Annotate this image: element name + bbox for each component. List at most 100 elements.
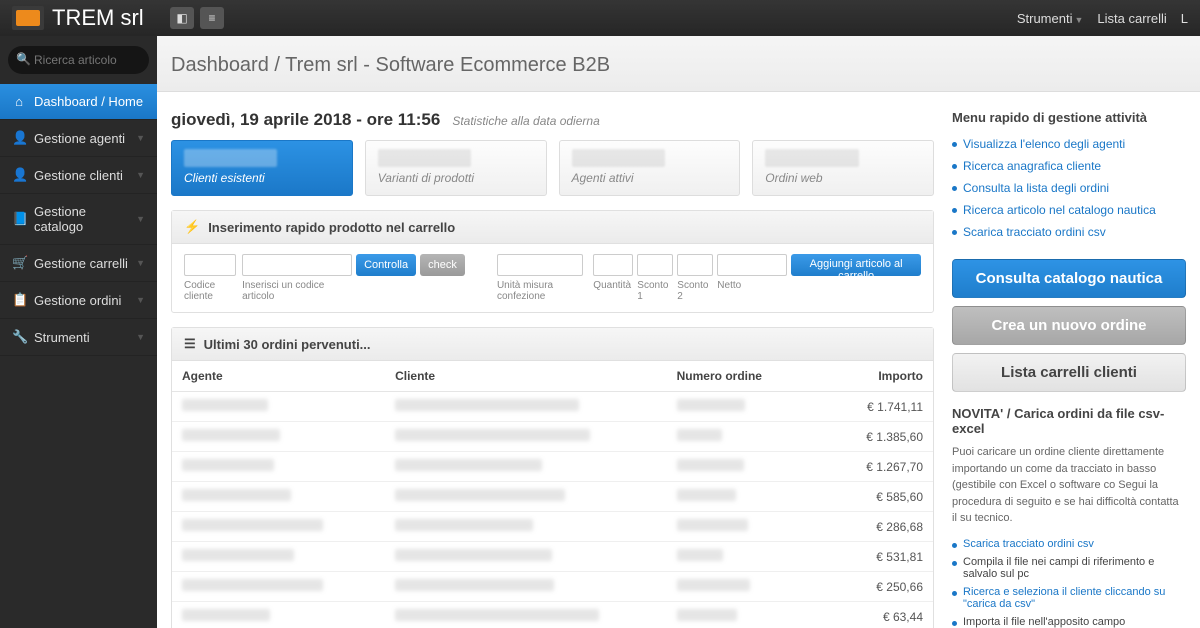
quantita-input[interactable]: [593, 254, 633, 276]
table-row[interactable]: € 1.741,11: [172, 392, 933, 422]
stat-value: [572, 149, 665, 167]
quick-link-4[interactable]: Scarica tracciato ordini csv: [963, 225, 1106, 239]
col-cliente: Cliente: [385, 361, 667, 392]
nav-icon: 👤: [12, 130, 26, 146]
topbar-l[interactable]: L: [1181, 11, 1188, 26]
stat-value: [765, 149, 858, 167]
nav-item-4[interactable]: 🛒Gestione carrelli▼: [0, 245, 157, 282]
controlla-button[interactable]: Controlla: [356, 254, 416, 276]
nav-icon: 📘: [12, 211, 26, 227]
quick-link-0[interactable]: Visualizza l'elenco degli agenti: [963, 137, 1125, 151]
unita-input[interactable]: [497, 254, 583, 276]
chevron-down-icon: ▼: [136, 170, 145, 180]
nav-label: Gestione agenti: [34, 131, 125, 146]
stat-label: Varianti di prodotti: [378, 171, 534, 185]
consulta-catalogo-button[interactable]: Consulta catalogo nautica: [952, 259, 1186, 298]
bullet-icon: [952, 621, 957, 626]
order-amount: € 1.385,60: [834, 422, 933, 452]
bullet-icon: [952, 164, 957, 169]
quick-link-3[interactable]: Ricerca articolo nel catalogo nautica: [963, 203, 1156, 217]
stat-label: Ordini web: [765, 171, 921, 185]
table-row[interactable]: € 250,66: [172, 572, 933, 602]
topbar-strumenti[interactable]: Strumenti▼: [1017, 11, 1084, 26]
nav-item-3[interactable]: 📘 Gestione catalogo ▼: [0, 194, 157, 245]
quick-link-2[interactable]: Consulta la lista degli ordini: [963, 181, 1109, 195]
topbar: TREM srl ◧ ≡ Strumenti▼ Lista carrelli L: [0, 0, 1200, 36]
table-row[interactable]: € 1.267,70: [172, 452, 933, 482]
order-amount: € 531,81: [834, 542, 933, 572]
sconto1-input[interactable]: [637, 254, 673, 276]
bullet-icon: [952, 230, 957, 235]
topbar-lista-carrelli[interactable]: Lista carrelli: [1097, 11, 1166, 26]
check-button[interactable]: check: [420, 254, 465, 276]
nav-icon: 👤: [12, 167, 26, 183]
codice-cliente-input[interactable]: [184, 254, 236, 276]
crea-nuovo-ordine-button[interactable]: Crea un nuovo ordine: [952, 306, 1186, 345]
nav-label: Strumenti: [34, 330, 90, 345]
breadcrumb: Dashboard / Trem srl - Software Ecommerc…: [157, 36, 1200, 92]
chevron-down-icon: ▼: [136, 214, 145, 224]
nav-item-6[interactable]: 🔧Strumenti▼: [0, 319, 157, 356]
bullet-icon: [952, 186, 957, 191]
stat-card-1[interactable]: Varianti di prodotti: [365, 140, 547, 196]
nav-label: Gestione catalogo: [34, 204, 128, 234]
insert-panel-title: Inserimento rapido prodotto nel carrello: [208, 220, 455, 235]
nav-icon: 📋: [12, 292, 26, 308]
nav-icon: 🔧: [12, 329, 26, 345]
order-amount: € 250,66: [834, 572, 933, 602]
col-numero: Numero ordine: [667, 361, 834, 392]
nav-item-1[interactable]: 👤 Gestione agenti ▼: [0, 120, 157, 157]
order-amount: € 585,60: [834, 482, 933, 512]
codice-articolo-input[interactable]: [242, 254, 352, 276]
logo-icon: [12, 6, 44, 30]
nav-item-5[interactable]: 📋Gestione ordini▼: [0, 282, 157, 319]
bullet-icon: [952, 561, 957, 566]
stat-label: Agenti attivi: [572, 171, 728, 185]
table-row[interactable]: € 531,81: [172, 542, 933, 572]
bullet-icon: [952, 591, 957, 596]
order-amount: € 63,44: [834, 602, 933, 628]
sconto2-input[interactable]: [677, 254, 713, 276]
novita-p1: Puoi caricare un ordine cliente direttam…: [952, 444, 1186, 527]
table-row[interactable]: € 63,44: [172, 602, 933, 628]
col-importo: Importo: [834, 361, 933, 392]
stat-card-3[interactable]: Ordini web: [752, 140, 934, 196]
nav-item-0[interactable]: ⌂ Dashboard / Home: [0, 84, 157, 120]
toolbar-btn-1[interactable]: ◧: [170, 7, 194, 29]
nav-item-2[interactable]: 👤 Gestione clienti ▼: [0, 157, 157, 194]
nav-icon: 🛒: [12, 255, 26, 271]
stat-value: [184, 149, 277, 167]
table-row[interactable]: € 1.385,60: [172, 422, 933, 452]
table-row[interactable]: € 585,60: [172, 482, 933, 512]
chevron-down-icon: ▼: [136, 295, 145, 305]
order-amount: € 286,68: [834, 512, 933, 542]
table-row[interactable]: € 286,68: [172, 512, 933, 542]
stat-card-0[interactable]: Clienti esistenti: [171, 140, 353, 196]
brand-logo[interactable]: TREM srl: [12, 5, 162, 31]
orders-title: Ultimi 30 ordini pervenuti...: [204, 337, 371, 352]
toolbar-btn-2[interactable]: ≡: [200, 7, 224, 29]
nav-label: Dashboard / Home: [34, 94, 143, 109]
quick-link-1[interactable]: Ricerca anagrafica cliente: [963, 159, 1101, 173]
menu-rapido-title: Menu rapido di gestione attività: [952, 110, 1186, 125]
nav-icon: ⌂: [12, 94, 26, 109]
netto-input[interactable]: [717, 254, 787, 276]
bolt-icon: ⚡: [184, 219, 200, 235]
insert-panel: ⚡ Inserimento rapido prodotto nel carrell…: [171, 210, 934, 313]
bullet-icon: [952, 208, 957, 213]
aggiungi-button[interactable]: Aggiungi articolo al carrello: [791, 254, 921, 276]
nav-label: Gestione clienti: [34, 168, 123, 183]
lista-carrelli-button[interactable]: Lista carrelli clienti: [952, 353, 1186, 392]
col-agente: Agente: [172, 361, 385, 392]
date-text: giovedì, 19 aprile 2018 - ore 11:56: [171, 110, 440, 130]
date-sub: Statistiche alla data odierna: [452, 114, 599, 128]
nav-label: Gestione carrelli: [34, 256, 128, 271]
sidebar: 🔍 ⌂Dashboard / Home👤Gestione agenti▼👤Ges…: [0, 36, 157, 628]
stat-card-2[interactable]: Agenti attivi: [559, 140, 741, 196]
novita-link-0[interactable]: Scarica tracciato ordini csv: [963, 538, 1094, 550]
list-icon: ☰: [184, 336, 196, 352]
chevron-down-icon: ▼: [136, 133, 145, 143]
novita-link-2[interactable]: Ricerca e seleziona il cliente cliccando…: [963, 586, 1186, 610]
bullet-icon: [952, 142, 957, 147]
orders-table: ☰ Ultimi 30 ordini pervenuti... Agente Cl…: [171, 327, 934, 628]
